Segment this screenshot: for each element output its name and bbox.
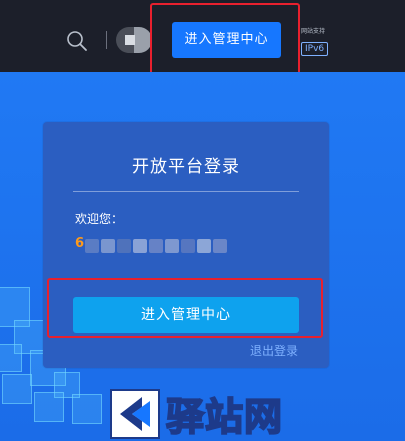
logout-link[interactable]: 退出登录 (250, 342, 298, 359)
watermark: 驿站网 (110, 386, 296, 441)
avatar[interactable] (116, 27, 152, 53)
welcome-label: 欢迎您： (75, 212, 124, 226)
ipv6-caption: 网站支持 (301, 28, 326, 35)
title-divider (73, 191, 299, 192)
watermark-text: 驿站网 (165, 394, 284, 440)
username-text: 6 (75, 236, 85, 251)
ipv6-badge: 网站支持 IPv6 (301, 28, 333, 56)
username-redaction (85, 239, 227, 253)
decor-cube (2, 374, 32, 404)
watermark-logo-icon (110, 388, 160, 439)
decor-cube (72, 394, 102, 424)
search-icon[interactable] (66, 30, 88, 52)
decor-cube (0, 344, 22, 372)
login-title: 开放平台登录 (132, 157, 240, 177)
highlight-top-button (150, 3, 300, 83)
ipv6-tag: IPv6 (301, 42, 329, 56)
decor-cube (34, 392, 64, 422)
highlight-enter-button (47, 278, 323, 338)
header-divider (106, 31, 107, 49)
